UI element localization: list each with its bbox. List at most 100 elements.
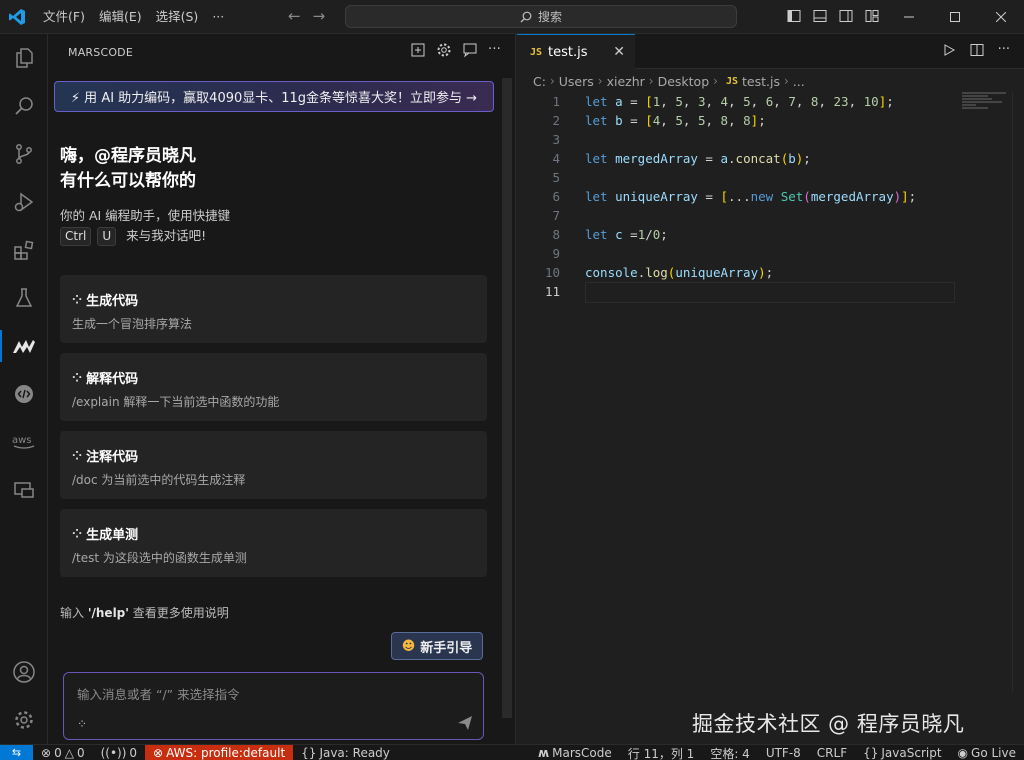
source-control-icon: [16, 144, 32, 164]
cursor-position[interactable]: 行 11，列 1: [620, 745, 703, 760]
run-icon[interactable]: [942, 43, 956, 57]
assistant-intro-text: 你的 AI 编程助手，使用快捷键: [60, 208, 231, 223]
chat-history-icon[interactable]: [462, 42, 478, 58]
command-center-search[interactable]: 搜索: [345, 5, 737, 28]
breadcrumb-item[interactable]: test.js: [742, 74, 780, 89]
close-window-button[interactable]: [978, 0, 1024, 34]
code-chat-button[interactable]: [0, 370, 48, 418]
card-desc: /test 为这段选中的函数生成单测: [72, 551, 247, 565]
customize-layout-icon[interactable]: [864, 8, 880, 24]
code-chat-icon: [15, 385, 33, 403]
explorer-button[interactable]: [0, 34, 48, 82]
close-tab-icon[interactable]: ✕: [613, 44, 625, 60]
line-ending[interactable]: CRLF: [809, 746, 855, 760]
back-arrow-icon[interactable]: ←: [288, 7, 301, 25]
go-live-button[interactable]: ◉ Go Live: [950, 746, 1024, 760]
chevron-right-icon: ›: [597, 74, 603, 88]
line-number: 6: [552, 189, 560, 204]
key-ctrl: Ctrl: [60, 227, 92, 246]
ports-count: 0: [129, 745, 138, 760]
remote-icon: ⇆: [11, 746, 22, 759]
card-generate-tests[interactable]: ⁘ 生成单测 /test 为这段选中的函数生成单测: [60, 509, 487, 577]
panel-scrollbar[interactable]: [502, 78, 512, 718]
toggle-secondary-sidebar-icon[interactable]: [838, 8, 854, 24]
beginner-guide-button[interactable]: ☻ 新手引导: [391, 632, 483, 660]
panel-header: MARSCODE ···: [48, 34, 515, 70]
vscode-logo-icon: [0, 0, 34, 34]
problems-indicator[interactable]: ⊗ 0 △ 0: [33, 746, 93, 760]
promo-banner-text: ⚡ 用 AI 助力编码，赢取4090显卡、11g金条等惊喜大奖！立即参与 →: [70, 91, 478, 106]
broadcast-icon: ◉: [957, 746, 969, 760]
line-number: 5: [552, 170, 560, 185]
code-editor[interactable]: 1 let a = [1, 5, 3, 4, 5, 6, 7, 8, 23, 10…: [517, 92, 1024, 303]
marscode-button[interactable]: [0, 322, 48, 370]
settings-gear-icon[interactable]: [436, 42, 452, 58]
tab-test-js[interactable]: JS test.js ✕: [517, 34, 635, 69]
new-chat-icon[interactable]: [410, 42, 426, 58]
card-title: 注释代码: [86, 450, 139, 465]
encoding[interactable]: UTF-8: [758, 746, 809, 760]
accounts-button[interactable]: [0, 648, 48, 696]
chat-input[interactable]: 输入消息或者 “/” 来选择指令 ⁘: [63, 672, 484, 740]
panel-actions: ···: [410, 42, 501, 58]
search-view-button[interactable]: [0, 82, 48, 130]
minimize-button[interactable]: [886, 0, 932, 34]
search-icon: [15, 97, 33, 115]
editor-scrollbar[interactable]: [1012, 92, 1024, 692]
send-icon[interactable]: [457, 715, 473, 731]
breadcrumb-item[interactable]: ...: [793, 74, 805, 89]
aws-profile-indicator[interactable]: ⊗ AWS: profile:default: [145, 744, 294, 760]
more-editor-actions-icon[interactable]: ···: [998, 43, 1010, 57]
menu-file[interactable]: 文件(F): [36, 0, 92, 34]
breadcrumb-item[interactable]: Desktop: [658, 74, 710, 89]
chevron-right-icon: ›: [713, 74, 718, 88]
source-control-button[interactable]: [0, 130, 48, 178]
card-comment-code[interactable]: ⁘ 注释代码 /doc 为当前选中的代码生成注释: [60, 431, 487, 499]
breadcrumb-item[interactable]: xiezhr: [607, 74, 645, 89]
maximize-button[interactable]: [932, 0, 978, 34]
code-text: let b = [4, 5, 5, 8, 8];: [585, 113, 766, 128]
code-line: 6 let uniqueArray = [...new Set(mergedArr…: [517, 187, 1024, 206]
card-explain-code[interactable]: ⁘ 解释代码 /explain 解释一下当前选中函数的功能: [60, 353, 487, 421]
code-line: 5: [517, 168, 1024, 187]
remote-explorer-button[interactable]: [0, 466, 48, 514]
indentation[interactable]: 空格: 4: [702, 745, 758, 760]
manage-button[interactable]: [0, 696, 48, 744]
maximize-icon: [950, 12, 960, 22]
code-text: console.log(uniqueArray);: [585, 265, 774, 280]
run-debug-button[interactable]: [0, 178, 48, 226]
aws-button[interactable]: aws: [0, 418, 48, 466]
testing-button[interactable]: [0, 274, 48, 322]
extensions-button[interactable]: [0, 226, 48, 274]
remote-explorer-icon: [14, 482, 34, 498]
guide-button-label: 新手引导: [420, 640, 473, 656]
breadcrumb-item[interactable]: Users: [559, 74, 594, 89]
remote-indicator[interactable]: ⇆: [0, 744, 33, 760]
panel-title: MARSCODE: [68, 45, 134, 59]
more-actions-icon[interactable]: ···: [488, 42, 501, 58]
promo-banner[interactable]: ⚡ 用 AI 助力编码，赢取4090显卡、11g金条等惊喜大奖！立即参与 →: [54, 81, 494, 112]
minimap[interactable]: [962, 92, 1008, 112]
nav-arrows: ← →: [288, 7, 325, 25]
breadcrumb-item[interactable]: C:: [533, 74, 546, 89]
menu-select[interactable]: 选择(S): [149, 0, 206, 34]
sparkle-icon: ⁘: [72, 370, 83, 385]
watermark-text: 掘金技术社区 @ 程序员晓凡: [692, 712, 965, 736]
chevron-right-icon: ›: [549, 74, 555, 88]
command-sparkle-icon[interactable]: ⁘: [77, 717, 87, 731]
ports-indicator[interactable]: ((•)) 0: [93, 746, 145, 760]
layout-controls: [786, 8, 880, 24]
split-editor-icon[interactable]: [970, 43, 984, 57]
java-status[interactable]: {} Java: Ready: [293, 746, 398, 760]
marscode-status[interactable]: ʍ MarsCode: [530, 746, 620, 760]
toggle-panel-icon[interactable]: [812, 8, 828, 24]
search-icon: [520, 11, 532, 22]
menu-edit[interactable]: 编辑(E): [92, 0, 149, 34]
forward-arrow-icon[interactable]: →: [313, 7, 326, 25]
window-controls: [886, 0, 1024, 34]
language-mode[interactable]: {} JavaScript: [855, 746, 949, 760]
menu-more[interactable]: ···: [205, 0, 231, 34]
card-generate-code[interactable]: ⁘ 生成代码 生成一个冒泡排序算法: [60, 275, 487, 343]
line-number: 1: [552, 94, 560, 109]
toggle-primary-sidebar-icon[interactable]: [786, 8, 802, 24]
